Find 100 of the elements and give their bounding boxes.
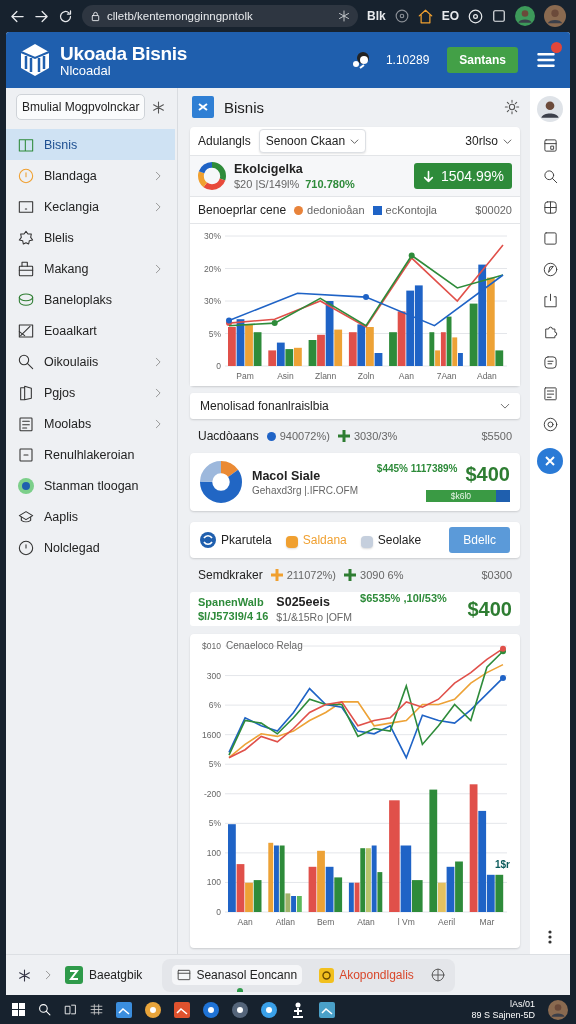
search-icon[interactable] <box>542 169 558 184</box>
bottom-tab[interactable]: Akopondlgalis <box>314 964 419 986</box>
axis-label: Zoln <box>357 371 375 381</box>
stat-value: 3030/3% <box>353 430 398 442</box>
house-icon[interactable] <box>417 8 433 24</box>
extension-text: EO <box>441 9 459 23</box>
browser-icon[interactable] <box>145 1001 161 1018</box>
add-box-icon[interactable] <box>542 200 558 215</box>
calendar-icon[interactable] <box>542 138 558 153</box>
dropdown[interactable]: Senoon Ckaan <box>258 129 367 153</box>
widgets-icon[interactable] <box>90 1003 103 1016</box>
document-icon <box>18 415 34 432</box>
puzzle-icon[interactable] <box>542 324 558 339</box>
search-icon[interactable] <box>38 1003 51 1016</box>
coin-icon <box>18 167 34 184</box>
windows-icon[interactable] <box>12 1003 25 1016</box>
sidebar-item[interactable]: Oikoulaiis <box>6 346 177 377</box>
floating-action-icon[interactable] <box>537 448 563 474</box>
legend-label: dedonioåan <box>307 204 365 216</box>
axis-label: 30% <box>204 231 221 241</box>
document-icon[interactable] <box>542 386 558 401</box>
app-icon <box>192 96 214 118</box>
sidebar-item[interactable]: Nolclegad <box>6 532 177 563</box>
at-icon[interactable] <box>542 417 558 432</box>
sidebar-item[interactable]: Blandaga <box>6 160 177 191</box>
power-icon[interactable] <box>542 293 558 308</box>
sidebar-item[interactable]: Aaplis <box>6 501 177 532</box>
app-tile-icon[interactable] <box>174 1001 190 1018</box>
sidebar-item[interactable]: Pgjos <box>6 377 177 408</box>
axis-label: Asin <box>277 371 294 381</box>
sidebar-item[interactable]: Baneloplaks <box>6 284 177 315</box>
axis-label: Bem <box>316 917 335 927</box>
detail-text: $1/&15Ro |OFM <box>276 611 353 623</box>
item-detail: Gehaxd3rg |.IFRC.OFM <box>252 484 358 496</box>
axis-label: 6% <box>208 700 221 711</box>
axis-label: 20% <box>204 263 221 274</box>
circle-app-icon[interactable] <box>232 1001 248 1018</box>
legend-label: ecKontojla <box>385 204 437 216</box>
sidebar-item[interactable]: Renulhlakeroian <box>6 439 177 470</box>
chevron-icon <box>153 170 163 181</box>
amount-value: $400 <box>467 597 512 621</box>
stat-value: 211072%) <box>286 569 337 581</box>
chevron-icon <box>153 418 163 429</box>
avatar-icon[interactable] <box>515 6 535 26</box>
record-icon[interactable] <box>468 8 483 24</box>
address-bar[interactable]: clletb/kentemongginngpntolk <box>82 5 358 27</box>
chart-icon <box>18 322 34 339</box>
sidebar-item[interactable]: Blelis <box>6 222 177 253</box>
arrow-down-icon <box>421 169 435 183</box>
detail-text: S025eeis <box>276 595 331 609</box>
photo-app-icon[interactable] <box>116 1001 132 1018</box>
change-button[interactable]: 1504.99% <box>413 163 512 189</box>
app-icon <box>65 966 83 984</box>
row-label: Semdkraker <box>198 568 263 582</box>
figure-app-icon[interactable] <box>290 1001 306 1018</box>
chat-icon[interactable] <box>542 355 558 370</box>
sidebar-item[interactable]: Bisnis <box>6 129 175 160</box>
header-reading: 1.10289 <box>385 53 430 67</box>
axis-label: $010 <box>202 641 221 651</box>
chart-bar <box>253 332 262 366</box>
globe-icon[interactable] <box>430 968 445 982</box>
filter-option[interactable]: Seolake <box>360 532 422 548</box>
toolbar-text: Blk <box>366 9 386 23</box>
sidebar-item[interactable]: Makang <box>6 253 177 284</box>
extension-icon[interactable] <box>394 9 409 23</box>
pin-icon[interactable] <box>18 968 31 982</box>
avatar-icon[interactable] <box>537 96 563 122</box>
ring-chart-icon <box>200 461 242 503</box>
chart-point <box>271 320 278 327</box>
photo-app-icon[interactable] <box>319 1001 335 1018</box>
tab-icon <box>177 968 192 982</box>
settings-icon[interactable] <box>504 99 520 115</box>
sidebar-search-button[interactable]: Bmulial Mogpvolnckar <box>16 94 146 120</box>
taskview-icon[interactable] <box>64 1003 77 1016</box>
pinned-app[interactable]: Baeatgbik <box>65 966 143 984</box>
clock-date: 89 S Sajnen-5D <box>471 1009 535 1021</box>
chart-bar <box>495 874 504 912</box>
forward-icon[interactable] <box>34 8 49 24</box>
app-subtitle: Nlcoadal <box>60 62 112 78</box>
sidebar-item[interactable]: Stanman tloogan <box>6 470 177 501</box>
more-icon[interactable] <box>548 930 552 944</box>
sidebar-item[interactable]: Keclangia <box>6 191 177 222</box>
app-title: Ukoada Bisnis <box>60 42 188 65</box>
chevron-icon <box>500 401 510 411</box>
chart-point <box>363 294 369 301</box>
row-value: $0300 <box>481 569 512 581</box>
section-header[interactable]: Menolisad fonanlraislbia <box>190 393 520 419</box>
filter-option[interactable]: Pkarutela <box>200 532 272 548</box>
circle-app-icon[interactable] <box>203 1001 219 1018</box>
compass-icon[interactable] <box>542 262 558 277</box>
sidebar-item[interactable]: Eoaalkart <box>6 315 177 346</box>
pin-icon[interactable] <box>152 100 165 114</box>
chevron-icon <box>153 387 163 398</box>
circle-app-icon[interactable] <box>261 1001 277 1018</box>
back-icon[interactable] <box>10 8 25 24</box>
sidebar-item[interactable]: Moolabs <box>6 408 177 439</box>
reload-icon[interactable] <box>58 8 73 24</box>
chart-bar <box>357 324 366 366</box>
menu-icon[interactable] <box>536 50 556 70</box>
axis-label: 5% <box>208 818 221 829</box>
